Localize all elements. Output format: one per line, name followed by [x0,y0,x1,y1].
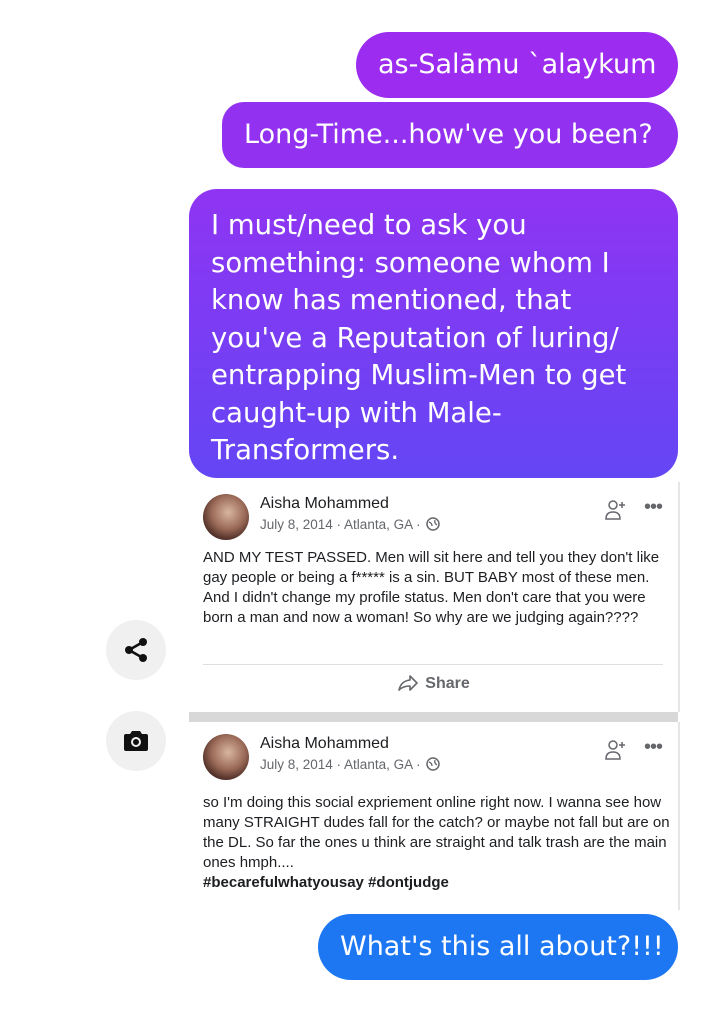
post-body-text: so I'm doing this social expriement onli… [203,794,670,871]
camera-button[interactable] [106,711,166,771]
add-friend-icon[interactable] [604,498,628,522]
post-body: AND MY TEST PASSED. Men will sit here an… [203,549,660,626]
post-separator [189,712,678,722]
share-button-side[interactable] [106,620,166,680]
share-label: Share [425,675,470,692]
post-meta: July 8, 2014 · Atlanta, GA · [260,517,441,532]
avatar[interactable] [203,494,249,540]
message-text: What's this all about?!!! [340,931,664,962]
shared-post-2[interactable]: Aisha Mohammed July 8, 2014 · Atlanta, G… [189,722,680,910]
message-bubble-long-time[interactable]: Long-Time...how've you been? [222,102,678,168]
post-hashtags[interactable]: #becarefulwhatyousay #dontjudge [203,874,449,891]
post-body: so I'm doing this social expriement onli… [203,793,673,893]
post-meta: July 8, 2014 · Atlanta, GA · [260,757,441,772]
message-bubble-reply[interactable]: What's this all about?!!! [318,914,678,980]
shared-post-1[interactable]: Aisha Mohammed July 8, 2014 · Atlanta, G… [189,482,680,712]
post-author[interactable]: Aisha Mohammed [260,735,389,753]
message-text: I must/need to ask you something: someon… [211,209,627,466]
add-friend-icon[interactable] [604,738,628,762]
more-icon[interactable]: ••• [644,736,663,759]
globe-icon [426,757,441,771]
more-icon[interactable]: ••• [644,496,663,519]
post-author[interactable]: Aisha Mohammed [260,495,389,513]
divider [203,664,663,665]
message-bubble-question[interactable]: I must/need to ask you something: someon… [189,189,678,478]
globe-icon [426,517,441,531]
message-bubble-greeting[interactable]: as-Salāmu `alaykum [356,32,678,98]
share-arrow-icon [398,675,419,691]
message-text: as-Salāmu `alaykum [378,49,657,80]
post-date-location: July 8, 2014 · Atlanta, GA · [260,757,421,772]
share-button[interactable]: Share [189,674,678,693]
post-date-location: July 8, 2014 · Atlanta, GA · [260,517,421,532]
message-text: Long-Time...how've you been? [244,119,653,150]
camera-icon [124,731,148,751]
avatar[interactable] [203,734,249,780]
share-icon [125,638,147,662]
